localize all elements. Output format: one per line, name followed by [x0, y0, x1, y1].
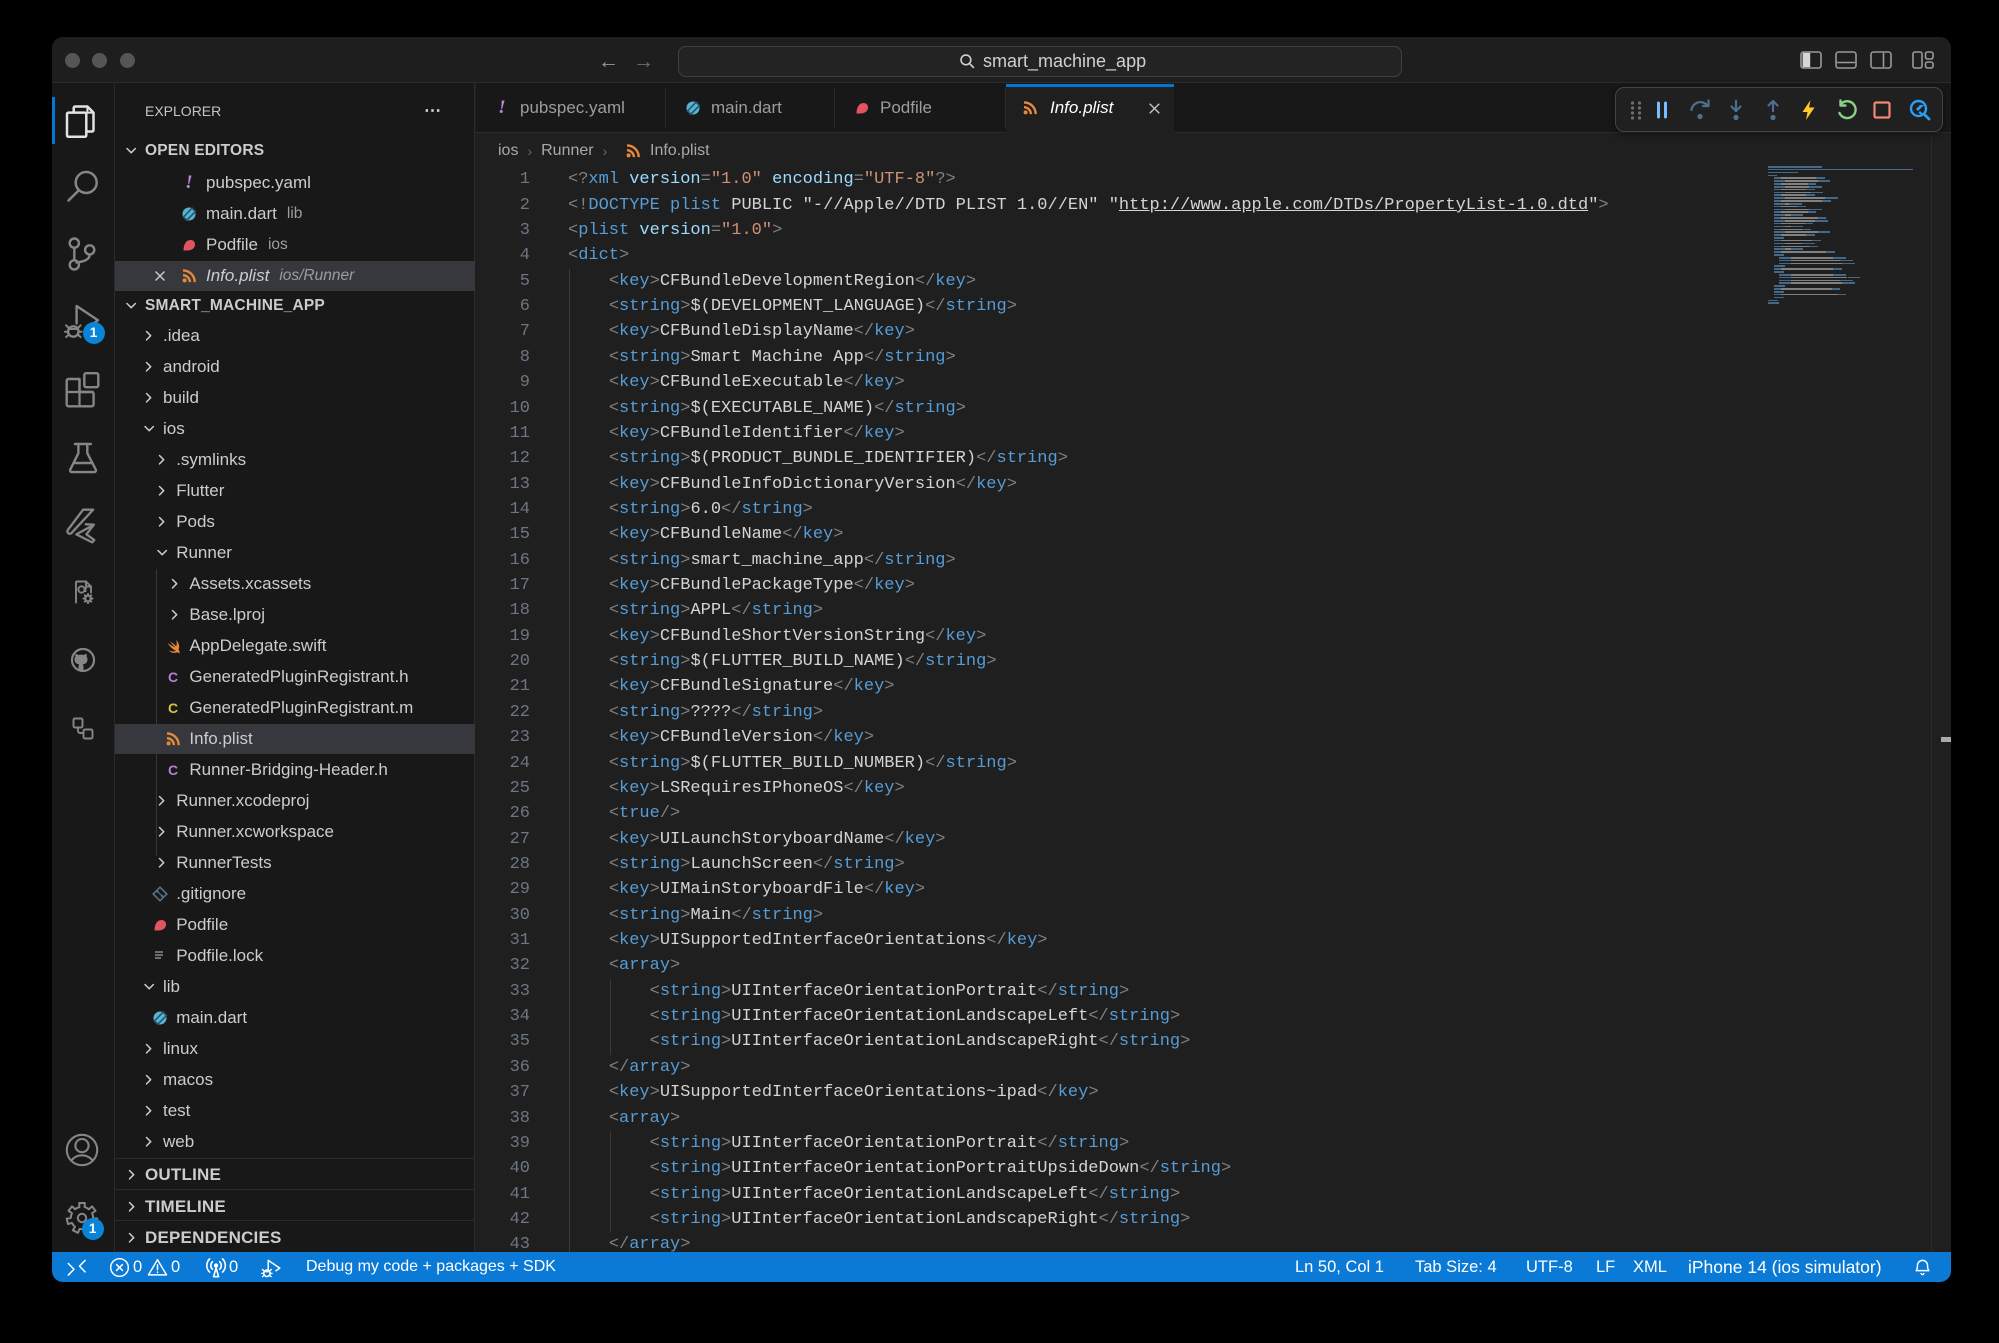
svg-text:C: C: [168, 669, 178, 685]
svg-text:C: C: [168, 700, 178, 716]
svg-text:C: C: [168, 762, 178, 778]
svg-text:!: !: [498, 99, 505, 117]
svg-text:!: !: [185, 174, 192, 192]
